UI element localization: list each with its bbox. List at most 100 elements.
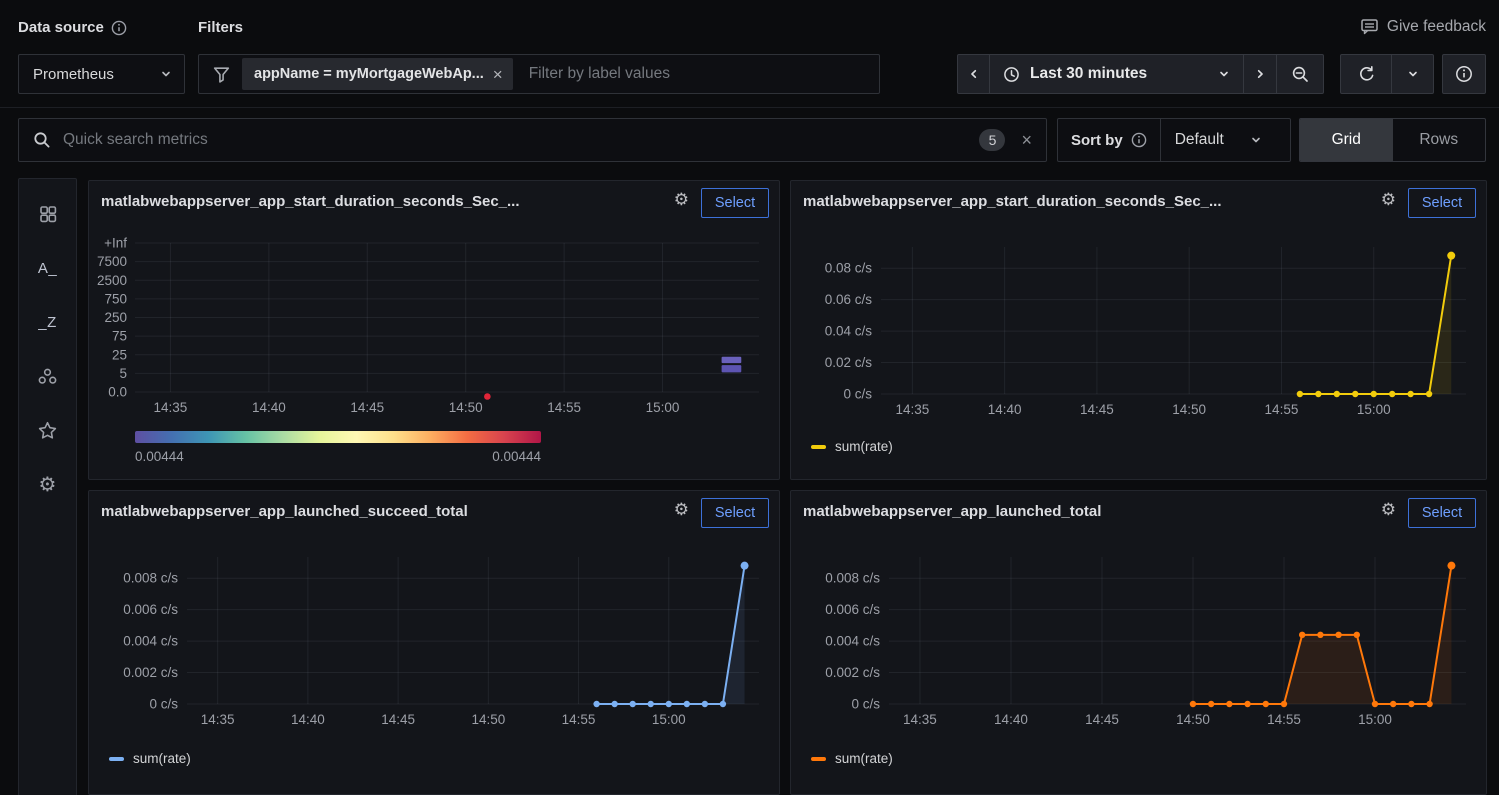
svg-text:75: 75: [112, 329, 127, 344]
svg-text:0.02 c/s: 0.02 c/s: [825, 355, 873, 370]
line-chart-canvas[interactable]: 14:3514:4014:4514:5014:5515:000.008 c/s0…: [95, 549, 771, 732]
time-range-back-button[interactable]: [957, 54, 990, 94]
svg-text:0.008 c/s: 0.008 c/s: [825, 571, 880, 586]
filters-label: Filters: [198, 19, 243, 36]
gear-icon[interactable]: ⚙: [674, 502, 689, 519]
svg-text:14:40: 14:40: [291, 712, 325, 727]
svg-text:250: 250: [104, 310, 127, 325]
filter-chip-label: appName = myMortgageWebAp...: [254, 66, 484, 82]
svg-text:14:45: 14:45: [350, 400, 384, 415]
group-metrics-icon[interactable]: [36, 364, 60, 388]
svg-text:0 c/s: 0 c/s: [851, 697, 880, 712]
svg-text:0.006 c/s: 0.006 c/s: [825, 602, 880, 617]
view-grid-option[interactable]: Grid: [1300, 119, 1393, 161]
chevron-down-icon: [160, 68, 172, 80]
info-icon[interactable]: [1131, 132, 1147, 148]
funnel-icon: [212, 65, 231, 84]
refresh-interval-dropdown[interactable]: [1391, 54, 1434, 94]
line-chart-canvas[interactable]: 14:3514:4014:4514:5014:5515:000.08 c/s0.…: [797, 239, 1478, 422]
svg-text:14:40: 14:40: [994, 712, 1028, 727]
legend-label: sum(rate): [133, 751, 191, 766]
panel-title: matlabwebappserver_app_start_duration_se…: [101, 193, 614, 210]
gear-icon[interactable]: ⚙: [1381, 502, 1396, 519]
select-metric-button[interactable]: Select: [1408, 188, 1476, 218]
legend-item[interactable]: sum(rate): [811, 751, 893, 766]
select-metric-button[interactable]: Select: [1408, 498, 1476, 528]
svg-text:14:45: 14:45: [1085, 712, 1119, 727]
info-icon[interactable]: [111, 20, 127, 36]
filter-values-input[interactable]: [527, 64, 869, 84]
heatmap-canvas[interactable]: 14:3514:4014:4514:5014:5515:00+Inf750025…: [95, 235, 771, 420]
svg-text:0 c/s: 0 c/s: [149, 697, 178, 712]
clear-search-icon[interactable]: ×: [1021, 131, 1032, 149]
svg-text:14:55: 14:55: [547, 400, 581, 415]
panel-app-start-duration-heatmap: matlabwebappserver_app_start_duration_se…: [88, 180, 780, 480]
data-source-picker[interactable]: Prometheus: [18, 54, 185, 94]
metrics-sidebar: A_ _Z ⚙: [18, 178, 77, 795]
sort-by-label-text: Sort by: [1071, 132, 1123, 149]
data-source-label: Data source: [18, 19, 127, 36]
view-rows-option[interactable]: Rows: [1393, 119, 1486, 161]
sort-by-select[interactable]: Default: [1161, 119, 1274, 161]
svg-text:2500: 2500: [97, 273, 127, 288]
svg-text:14:45: 14:45: [1080, 402, 1114, 417]
sort-az-label: A_: [38, 260, 57, 277]
svg-text:14:55: 14:55: [1267, 712, 1301, 727]
line-chart-canvas[interactable]: 14:35 14:40 14:45 14:50 14:55 15:00 0.008 c/s 0…: [797, 549, 1478, 732]
svg-text:14:40: 14:40: [988, 402, 1022, 417]
close-icon[interactable]: ×: [493, 66, 503, 83]
time-range-picker[interactable]: Last 30 minutes: [989, 54, 1244, 94]
svg-text:15:00: 15:00: [1357, 402, 1391, 417]
svg-text:+Inf: +Inf: [104, 236, 127, 251]
legend-item[interactable]: sum(rate): [811, 439, 893, 454]
clock-icon: [1003, 66, 1020, 83]
svg-text:14:35: 14:35: [154, 400, 188, 415]
svg-text:0.0: 0.0: [108, 385, 127, 400]
search-input[interactable]: [61, 130, 979, 150]
svg-text:15:00: 15:00: [1358, 712, 1392, 727]
zoom-out-button[interactable]: [1276, 54, 1324, 94]
svg-text:0.006 c/s: 0.006 c/s: [123, 602, 178, 617]
svg-text:15:00: 15:00: [652, 712, 686, 727]
gear-icon[interactable]: ⚙: [1381, 192, 1396, 209]
sort-az-icon[interactable]: A_: [36, 256, 60, 280]
search-icon: [33, 131, 51, 149]
svg-text:0.04 c/s: 0.04 c/s: [825, 324, 873, 339]
bookmarks-star-icon[interactable]: [36, 418, 60, 442]
svg-text:14:55: 14:55: [1265, 402, 1299, 417]
svg-text:14:50: 14:50: [471, 712, 505, 727]
svg-text:0.002 c/s: 0.002 c/s: [825, 665, 880, 680]
info-button[interactable]: [1442, 54, 1486, 94]
select-metric-button[interactable]: Select: [701, 498, 769, 528]
legend-swatch: [811, 445, 826, 449]
svg-text:14:50: 14:50: [1176, 712, 1210, 727]
view-toggle: Grid Rows: [1299, 118, 1486, 162]
svg-text:0.008 c/s: 0.008 c/s: [123, 571, 178, 586]
filters-label-text: Filters: [198, 19, 243, 36]
svg-text:0 c/s: 0 c/s: [843, 387, 872, 402]
metrics-explorer-app: Data source Filters Prometheus appName =…: [0, 0, 1499, 795]
time-range-forward-button[interactable]: [1243, 54, 1277, 94]
gear-icon[interactable]: ⚙: [674, 192, 689, 209]
settings-gear-icon[interactable]: ⚙: [36, 472, 60, 496]
time-range-label: Last 30 minutes: [1030, 65, 1147, 83]
data-source-label-text: Data source: [18, 19, 104, 36]
svg-text:14:35: 14:35: [201, 712, 235, 727]
panel-title: matlabwebappserver_app_start_duration_se…: [803, 193, 1321, 210]
heatmap-color-scale: [135, 431, 541, 443]
view-all-metrics-icon[interactable]: [36, 202, 60, 226]
sort-by-label: Sort by: [1058, 119, 1160, 161]
select-metric-button[interactable]: Select: [701, 188, 769, 218]
legend-label: sum(rate): [835, 751, 893, 766]
give-feedback-button[interactable]: Give feedback: [1360, 17, 1486, 36]
filter-chip[interactable]: appName = myMortgageWebAp... ×: [242, 58, 513, 90]
svg-text:14:50: 14:50: [1172, 402, 1206, 417]
heatmap-scale-labels: 0.00444 0.00444: [135, 449, 541, 464]
refresh-button[interactable]: [1340, 54, 1392, 94]
legend-item[interactable]: sum(rate): [109, 751, 191, 766]
svg-text:14:35: 14:35: [903, 712, 937, 727]
data-source-value: Prometheus: [33, 66, 114, 83]
sort-by-control: Sort by Default: [1057, 118, 1291, 162]
sort-za-icon[interactable]: _Z: [36, 310, 60, 334]
svg-text:14:35: 14:35: [895, 402, 929, 417]
